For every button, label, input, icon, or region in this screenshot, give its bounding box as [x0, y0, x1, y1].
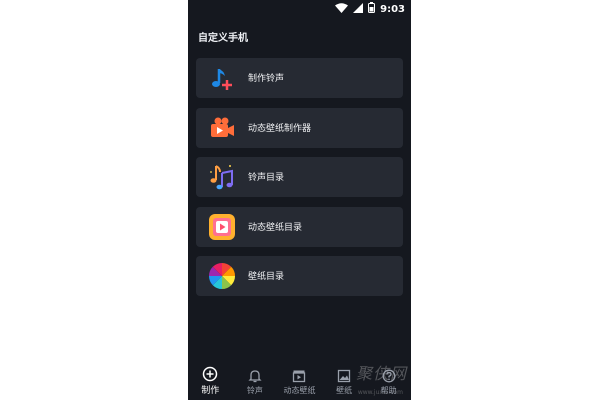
menu-item-label: 壁纸目录: [248, 272, 285, 282]
tab-live-wallpaper[interactable]: 动态壁纸: [277, 368, 321, 400]
menu-item-label: 动态壁纸目录: [248, 222, 303, 233]
battery-icon: [368, 2, 376, 16]
color-wheel-icon: [208, 262, 236, 290]
plus-circle-icon: [202, 366, 218, 382]
tab-make[interactable]: 制作: [188, 366, 232, 400]
play-video-icon: [208, 213, 236, 241]
phone-screen: 9:03 自定义手机 制作铃声 动态壁纸制作器 铃声目录 动态壁纸目录 壁纸目录…: [188, 0, 411, 400]
tab-wallpaper[interactable]: 壁纸: [322, 368, 366, 400]
tab-label: 帮助: [380, 386, 397, 395]
music-notes-icon: [208, 163, 236, 191]
tab-help[interactable]: 帮助: [367, 368, 411, 400]
menu-list: 制作铃声 动态壁纸制作器 铃声目录 动态壁纸目录 壁纸目录: [196, 58, 403, 306]
menu-item-ringtone-catalog[interactable]: 铃声目录: [196, 157, 403, 197]
menu-item-make-ringtone[interactable]: 制作铃声: [196, 58, 403, 98]
menu-item-label: 制作铃声: [248, 74, 285, 84]
page-title: 自定义手机: [198, 33, 248, 44]
image-icon: [336, 368, 352, 384]
menu-item-live-wallpaper-maker[interactable]: 动态壁纸制作器: [196, 107, 403, 148]
tab-label: 铃声: [246, 386, 263, 395]
bottom-tab-bar: 制作 铃声 动态壁纸 壁纸 帮助: [188, 366, 411, 400]
video-camera-icon: [208, 114, 236, 142]
help-icon: [381, 368, 397, 384]
bell-icon: [247, 368, 263, 384]
menu-item-label: 铃声目录: [248, 173, 285, 183]
clapper-icon: [291, 368, 307, 384]
status-bar: 9:03: [188, 0, 411, 18]
status-time: 9:03: [380, 3, 405, 15]
tab-ringtone[interactable]: 铃声: [233, 368, 277, 400]
tab-label: 动态壁纸: [283, 386, 316, 395]
menu-item-wallpaper-catalog[interactable]: 壁纸目录: [196, 256, 403, 296]
status-icons: 9:03: [335, 2, 405, 16]
music-note-add-icon: [208, 64, 236, 92]
menu-item-label: 动态壁纸制作器: [248, 123, 312, 134]
tab-label: 壁纸: [336, 386, 353, 395]
tab-label: 制作: [201, 386, 220, 396]
menu-item-live-wallpaper-catalog[interactable]: 动态壁纸目录: [196, 206, 403, 247]
signal-icon: [353, 2, 364, 16]
wifi-icon: [335, 2, 349, 16]
